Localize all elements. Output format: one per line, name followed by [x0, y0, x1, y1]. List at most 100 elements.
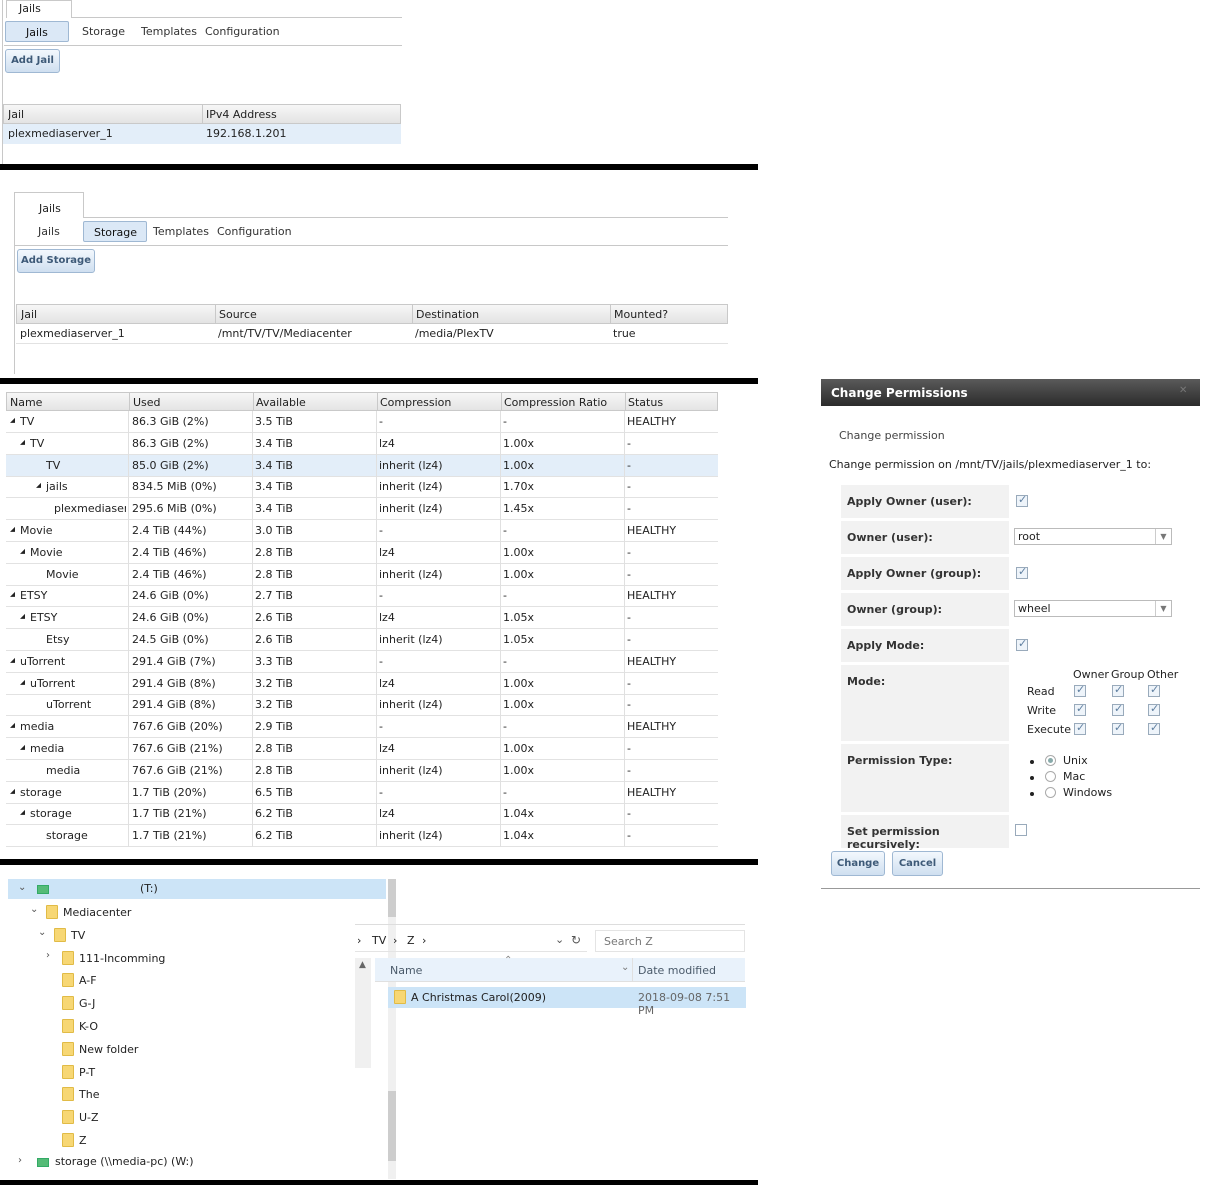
table-row[interactable]: ◢ storage 1.7 TiB (21%) 6.2 TiB lz4 1.04x - — [6, 803, 718, 826]
mode-group-execute-checkbox[interactable] — [1112, 721, 1124, 735]
col-destination[interactable]: Destination — [416, 308, 479, 321]
breadcrumb-tv[interactable]: TV — [372, 934, 386, 947]
apply-mode-checkbox[interactable] — [1016, 637, 1028, 651]
mode-owner-write-checkbox[interactable] — [1074, 702, 1086, 716]
expand-toggle-icon[interactable]: ◢ — [20, 612, 25, 620]
table-row[interactable]: Movie 2.4 TiB (46%) 2.8 TiB inherit (lz4) 1.… — [6, 563, 718, 586]
tree-item[interactable]: G-J — [8, 993, 386, 1013]
mode-group-read-checkbox[interactable] — [1112, 683, 1124, 697]
mode-owner-read-checkbox[interactable] — [1074, 683, 1086, 697]
expand-toggle-icon[interactable]: ◢ — [20, 547, 25, 555]
radio-label-mac[interactable]: Mac — [1063, 770, 1085, 783]
table-row[interactable]: ◢ ETSY 24.6 GiB (0%) 2.6 TiB lz4 1.05x - — [6, 607, 718, 630]
tree-item[interactable]: K-O — [8, 1016, 386, 1036]
col-name[interactable]: Name — [390, 964, 422, 977]
table-row[interactable]: uTorrent 291.4 GiB (8%) 3.2 TiB inherit (lz… — [6, 694, 718, 717]
table-row[interactable]: ◢ TV 86.3 GiB (2%) 3.5 TiB - - HEALTHY — [6, 411, 718, 433]
apply-owner-group-checkbox[interactable] — [1016, 565, 1028, 579]
table-row[interactable]: storage 1.7 TiB (21%) 6.2 TiB inherit (lz4)… — [6, 825, 718, 848]
scrollbar-thumb[interactable] — [388, 1091, 396, 1161]
chevron-down-icon[interactable]: ▼ — [1155, 529, 1171, 544]
table-row[interactable]: ◢ TV 86.3 GiB (2%) 3.4 TiB lz4 1.00x - — [6, 432, 718, 455]
tree-item[interactable]: Z — [8, 1130, 386, 1150]
apply-owner-user-checkbox[interactable] — [1016, 493, 1028, 507]
address-bar[interactable]: › TV › Z › ⌄ ↻ — [355, 930, 587, 952]
expand-toggle-icon[interactable]: ◢ — [36, 481, 41, 489]
owner-user-select[interactable]: root ▼ — [1014, 528, 1172, 545]
tree-item-drive-w[interactable]: › storage (\\media-pc) (W:) — [8, 1152, 386, 1172]
col-available[interactable]: Available — [256, 396, 306, 409]
expand-toggle-icon[interactable]: ◢ — [10, 787, 15, 795]
subtab-jails[interactable]: Jails — [38, 225, 60, 238]
list-item[interactable]: A Christmas Carol(2009) 2018-09-08 7:51 … — [388, 987, 746, 1017]
add-storage-button[interactable]: Add Storage — [17, 249, 95, 273]
col-compression[interactable]: Compression — [380, 396, 451, 409]
cancel-button[interactable]: Cancel — [892, 851, 943, 876]
expand-toggle-icon[interactable]: ◢ — [10, 590, 15, 598]
expand-toggle-icon[interactable]: ◢ — [10, 416, 15, 424]
tab-jails-top[interactable]: Jails — [14, 192, 84, 218]
breadcrumb-z[interactable]: Z — [407, 934, 415, 947]
subtab-configuration[interactable]: Configuration — [217, 225, 292, 238]
tree-item[interactable]: ⌄ Mediacenter — [8, 902, 386, 922]
mode-group-write-checkbox[interactable] — [1112, 702, 1124, 716]
tab-jails-top[interactable]: Jails — [6, 0, 72, 18]
add-jail-button[interactable]: Add Jail — [5, 49, 60, 73]
expand-toggle-icon[interactable]: ◢ — [10, 656, 15, 664]
chevron-down-icon[interactable]: ▼ — [1155, 601, 1171, 616]
scrollbar-thumb[interactable] — [388, 879, 396, 917]
tree-item[interactable]: U-Z — [8, 1107, 386, 1127]
change-button[interactable]: Change — [831, 851, 885, 876]
col-jail[interactable]: Jail — [8, 108, 24, 121]
expand-toggle-icon[interactable]: ◢ — [20, 678, 25, 686]
col-date-modified[interactable]: Date modified — [638, 964, 716, 977]
radio-windows[interactable] — [1045, 787, 1056, 798]
chevron-down-icon[interactable]: ⌄ — [555, 933, 564, 946]
expand-toggle-icon[interactable]: ◢ — [20, 743, 25, 751]
tree-item[interactable]: The — [8, 1084, 386, 1104]
col-compression-ratio[interactable]: Compression Ratio — [504, 396, 607, 409]
chevron-down-icon[interactable]: ⌄ — [621, 962, 629, 973]
table-row[interactable]: ◢ storage 1.7 TiB (20%) 6.5 TiB - - HEALTHY — [6, 781, 718, 804]
tree-item-drive-t[interactable]: ⌄ (T:) — [8, 879, 386, 899]
search-box[interactable]: Search Z — [595, 930, 745, 952]
table-row[interactable]: ◢ media 767.6 GiB (20%) 2.9 TiB - - HEALTHY — [6, 716, 718, 739]
expand-toggle-icon[interactable]: ◢ — [20, 808, 25, 816]
chevron-down-icon[interactable]: ⌄ — [18, 882, 26, 893]
chevron-right-icon[interactable]: › — [18, 1155, 22, 1166]
table-row[interactable]: ◢ ETSY 24.6 GiB (0%) 2.7 TiB - - HEALTHY — [6, 585, 718, 608]
tree-item[interactable]: New folder — [8, 1039, 386, 1059]
col-ipv4[interactable]: IPv4 Address — [206, 108, 277, 121]
table-row[interactable]: ◢ media 767.6 GiB (21%) 2.8 TiB lz4 1.00x - — [6, 738, 718, 760]
table-row[interactable]: plexmediaserver_1 192.168.1.201 — [3, 124, 401, 144]
subtab-configuration[interactable]: Configuration — [205, 25, 280, 38]
recursive-checkbox[interactable] — [1015, 824, 1027, 836]
table-row[interactable]: ◢ jails 834.5 MiB (0%) 3.4 TiB inherit (lz4)… — [6, 476, 718, 499]
expand-toggle-icon[interactable]: ◢ — [20, 438, 25, 446]
radio-mac[interactable] — [1045, 771, 1056, 782]
radio-label-windows[interactable]: Windows — [1063, 786, 1112, 799]
content-scrollbar[interactable]: ▲ — [355, 958, 371, 1068]
expand-toggle-icon[interactable]: ◢ — [10, 721, 15, 729]
subtab-storage[interactable]: Storage — [83, 221, 147, 242]
tree-item[interactable]: ⌄ TV — [8, 925, 386, 945]
chevron-right-icon[interactable]: › — [46, 950, 50, 961]
tree-item[interactable]: › 111-Incomming — [8, 948, 386, 968]
subtab-storage[interactable]: Storage — [82, 25, 125, 38]
mode-other-execute-checkbox[interactable] — [1148, 721, 1160, 735]
table-row[interactable]: Etsy 24.5 GiB (0%) 2.6 TiB inherit (lz4) 1.0… — [6, 629, 718, 651]
refresh-icon[interactable]: ↻ — [571, 933, 581, 947]
radio-unix[interactable] — [1045, 755, 1056, 766]
subtab-templates[interactable]: Templates — [153, 225, 209, 238]
owner-group-select[interactable]: wheel ▼ — [1014, 600, 1172, 617]
table-row[interactable]: ◢ Movie 2.4 TiB (44%) 3.0 TiB - - HEALTHY — [6, 520, 718, 542]
table-row[interactable]: ◢ Movie 2.4 TiB (46%) 2.8 TiB lz4 1.00x - — [6, 541, 718, 564]
col-jail[interactable]: Jail — [21, 308, 37, 321]
table-row[interactable]: plexmediaserver_1 /mnt/TV/TV/Mediacenter… — [16, 324, 728, 344]
mode-other-read-checkbox[interactable] — [1148, 683, 1160, 697]
chevron-down-icon[interactable]: ⌄ — [30, 904, 38, 915]
expand-toggle-icon[interactable]: ◢ — [10, 525, 15, 533]
subtab-templates[interactable]: Templates — [141, 25, 197, 38]
scroll-up-icon[interactable]: ▲ — [359, 960, 366, 970]
chevron-down-icon[interactable]: ⌄ — [38, 927, 46, 938]
